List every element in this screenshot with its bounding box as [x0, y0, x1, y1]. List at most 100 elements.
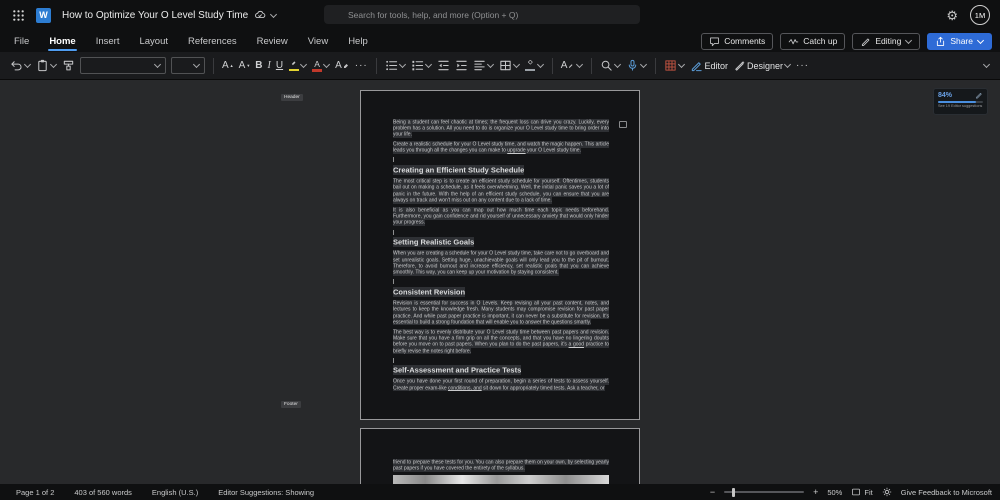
numbered-list-button[interactable] [411, 59, 432, 72]
zoom-level[interactable]: 50% [827, 488, 842, 497]
text-effects-button[interactable]: A [561, 60, 584, 71]
format-painter-button[interactable] [62, 59, 75, 72]
comment-marker-icon[interactable] [619, 121, 627, 128]
alignment-button[interactable] [473, 59, 494, 72]
doc-paragraph[interactable]: Being a student can feel chaotic at time… [393, 118, 609, 138]
underline-button[interactable]: U [276, 60, 283, 71]
language-status[interactable]: English (U.S.) [152, 488, 198, 497]
editor-score-card[interactable]: 84% See 19 Editor suggestions [933, 88, 988, 115]
zoom-in-button[interactable]: + [813, 487, 818, 497]
undo-icon [11, 61, 22, 71]
editor-suggestions-status[interactable]: Editor Suggestions: Showing [218, 488, 314, 497]
editor-score-bar [938, 100, 983, 103]
more-font-options-button[interactable]: ··· [355, 60, 368, 71]
bullet-list-button[interactable] [385, 59, 406, 72]
table-icon [500, 60, 511, 71]
document-page-1[interactable]: Being a student can feel chaotic at time… [360, 90, 640, 420]
document-canvas[interactable]: Being a student can feel chaotic at time… [0, 80, 1000, 484]
grow-font-button[interactable]: A ▲ [222, 60, 234, 71]
catch-up-button[interactable]: Catch up [780, 32, 846, 50]
editor-pencil-icon [692, 62, 703, 72]
italic-button[interactable]: I [268, 60, 271, 71]
share-button[interactable]: Share [927, 32, 992, 50]
doc-text: Being a student can feel chaotic at time… [393, 118, 609, 138]
tab-file[interactable]: File [4, 30, 39, 52]
table-button[interactable] [499, 59, 520, 72]
app-launcher-icon[interactable] [10, 7, 26, 23]
search-input[interactable] [324, 5, 640, 24]
catch-up-label: Catch up [803, 36, 838, 46]
clear-formatting-button[interactable]: A [335, 60, 350, 71]
designer-button[interactable]: Designer [733, 59, 792, 72]
ribbon-tabs: File Home Insert Layout References Revie… [4, 30, 378, 52]
tab-layout[interactable]: Layout [129, 30, 178, 52]
highlight-chevron-icon [300, 60, 308, 69]
doc-heading[interactable]: Creating an Efficient Study Schedule [393, 165, 609, 175]
doc-paragraph[interactable]: The most critical step is to create an e… [393, 178, 609, 204]
word-count-status[interactable]: 403 of 560 words [74, 488, 132, 497]
doc-heading[interactable]: Consistent Revision [393, 286, 609, 297]
comment-icon [710, 37, 720, 46]
document-page-2[interactable]: friend to prepare these tests for you. Y… [360, 428, 640, 484]
page-color-icon[interactable] [882, 487, 892, 497]
word-app-icon[interactable]: W [36, 7, 51, 23]
increase-indent-button[interactable] [455, 59, 468, 72]
paste-button[interactable] [36, 59, 58, 72]
tab-help[interactable]: Help [338, 30, 378, 52]
tab-insert[interactable]: Insert [86, 30, 130, 52]
toolbar-overflow-button[interactable]: ··· [796, 60, 809, 71]
collapse-ribbon-button[interactable] [982, 60, 991, 69]
find-button[interactable] [600, 59, 622, 72]
bold-button[interactable]: B [255, 60, 262, 71]
font-size-select[interactable] [171, 57, 205, 74]
shading-button[interactable] [525, 59, 544, 72]
dictate-button[interactable] [626, 59, 648, 72]
title-dropdown-chevron-icon[interactable] [270, 10, 278, 18]
fit-icon [852, 488, 861, 496]
zoom-slider-handle[interactable] [732, 487, 736, 497]
editor-button[interactable]: Editor [690, 59, 728, 72]
tab-view[interactable]: View [298, 30, 338, 52]
font-color-button[interactable]: A [312, 59, 331, 72]
font-name-select[interactable] [80, 57, 166, 74]
alignment-chevron-icon [486, 60, 494, 69]
tab-home[interactable]: Home [39, 30, 85, 52]
zoom-out-button[interactable]: − [710, 487, 715, 497]
doc-paragraph[interactable]: The best way is to evenly distribute you… [393, 328, 609, 355]
fit-to-page-button[interactable]: Fit [851, 487, 873, 497]
doc-heading[interactable]: Setting Realistic Goals [393, 237, 609, 247]
tab-review[interactable]: Review [247, 30, 298, 52]
doc-paragraph[interactable]: Once you have done your first round of p… [393, 378, 609, 392]
toolbar-separator [655, 57, 657, 74]
tab-references[interactable]: References [178, 30, 247, 52]
toolbar-separator [551, 57, 553, 74]
doc-text-underlined: a good [568, 341, 585, 348]
editing-mode-button[interactable]: Editing [852, 32, 921, 50]
comments-button[interactable]: Comments [701, 32, 774, 50]
page-count-status[interactable]: Page 1 of 2 [16, 488, 54, 497]
footer-tag: Footer [281, 401, 301, 408]
doc-paragraph[interactable]: It is also beneficial as you can map out… [393, 206, 609, 227]
doc-text: Revision is essential for success in O L… [393, 299, 609, 326]
document-title[interactable]: How to Optimize Your O Level Study Time [62, 10, 248, 21]
add-ins-button[interactable] [664, 59, 686, 72]
settings-gear-icon[interactable]: ⚙ [946, 9, 958, 22]
doc-paragraph[interactable]: Create a realistic schedule for your O L… [393, 141, 609, 154]
doc-paragraph[interactable]: friend to prepare these tests for you. Y… [393, 458, 609, 472]
doc-text: Self-Assessment and Practice Tests [393, 365, 522, 375]
highlight-color-button[interactable] [288, 60, 308, 72]
feedback-link[interactable]: Give Feedback to Microsoft [901, 488, 992, 497]
account-avatar[interactable]: 1M [970, 5, 990, 25]
doc-paragraph[interactable]: When you are creating a schedule for you… [393, 250, 609, 276]
zoom-slider[interactable] [724, 487, 805, 497]
undo-button[interactable] [10, 59, 32, 72]
doc-heading[interactable]: Self-Assessment and Practice Tests [393, 365, 609, 375]
editor-score-value: 84% [938, 91, 953, 99]
doc-paragraph[interactable]: Revision is essential for success in O L… [393, 299, 609, 326]
shrink-font-button[interactable]: A ▼ [239, 60, 251, 71]
doc-text: your O Level study time. [525, 147, 581, 154]
decrease-indent-button[interactable] [437, 59, 450, 72]
document-image[interactable] [393, 475, 609, 484]
highlighter-icon [288, 60, 299, 72]
clipboard-icon [38, 59, 47, 72]
